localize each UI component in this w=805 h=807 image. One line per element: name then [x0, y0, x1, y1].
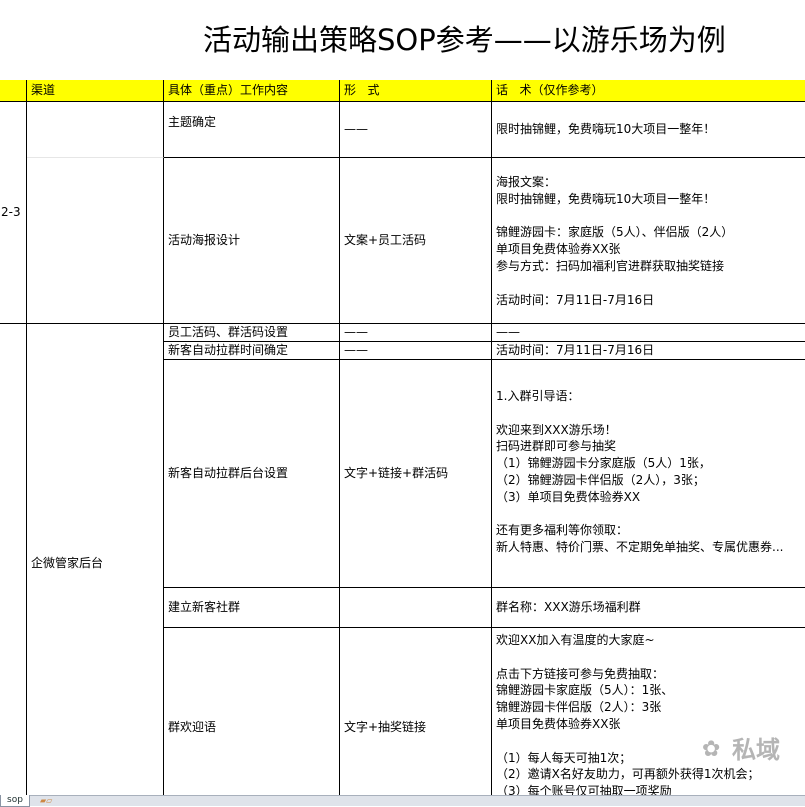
content-cell[interactable]: 活动海报设计 [164, 158, 340, 324]
wechat-icon: ✿ [702, 737, 721, 762]
sheet-tab[interactable]: sop [0, 795, 30, 807]
form-cell[interactable]: —— [340, 342, 492, 360]
sheet-tab-bar: sop ▰▱ [0, 795, 805, 807]
group-label-cell[interactable] [0, 324, 27, 795]
watermark-text: 私域 [732, 736, 780, 764]
header-cell-blank[interactable] [0, 80, 27, 102]
watermark: ✿ 私域 [700, 730, 805, 770]
form-cell[interactable]: 文字+抽奖链接 [340, 628, 492, 795]
script-cell[interactable]: 限时抽锦鲤，免费嗨玩10大项目一整年！ [492, 102, 805, 158]
script-cell[interactable]: 1.入群引导语： 欢迎来到XXX游乐场！ 扫码进群即可参与抽奖 （1）锦鲤游园卡… [492, 360, 805, 588]
content-cell[interactable]: 新客自动拉群后台设置 [164, 360, 340, 588]
header-cell-content[interactable]: 具体（重点）工作内容 [164, 80, 340, 102]
header-cell-script[interactable]: 话 术（仅作参考） [492, 80, 805, 102]
script-cell[interactable]: 活动时间：7月11日-7月16日 [492, 342, 805, 360]
form-cell[interactable]: —— [340, 324, 492, 342]
spreadsheet-grid: 渠道 具体（重点）工作内容 形 式 话 术（仅作参考） 2-3 主题确定 —— … [0, 80, 805, 795]
content-cell[interactable]: 新客自动拉群时间确定 [164, 342, 340, 360]
script-cell[interactable]: —— [492, 324, 805, 342]
channel-cell[interactable]: 企微管家后台 [27, 324, 164, 795]
form-cell[interactable]: 文案+员工活码 [340, 158, 492, 324]
channel-label: 企微管家后台 [31, 556, 104, 571]
sheet-title-area: 活动输出策略SOP参考——以游乐场为例 [0, 0, 805, 80]
form-cell[interactable]: —— [340, 102, 492, 158]
insert-sheet-icon[interactable]: ▰▱ [40, 797, 58, 805]
group-label-cell[interactable]: 2-3 [0, 102, 27, 324]
content-cell[interactable]: 员工活码、群活码设置 [164, 324, 340, 342]
channel-cell[interactable] [27, 158, 164, 324]
script-cell[interactable]: 群名称：XXX游乐场福利群 [492, 588, 805, 628]
content-cell[interactable]: 建立新客社群 [164, 588, 340, 628]
header-cell-channel[interactable]: 渠道 [27, 80, 164, 102]
form-cell[interactable]: 文字+链接+群活码 [340, 360, 492, 588]
channel-cell[interactable] [27, 102, 164, 158]
group-label: 2-3 [1, 205, 21, 220]
sheet-title: 活动输出策略SOP参考——以游乐场为例 [203, 23, 726, 57]
content-cell[interactable]: 主题确定 [164, 102, 340, 158]
content-cell[interactable]: 群欢迎语 [164, 628, 340, 795]
header-cell-form[interactable]: 形 式 [340, 80, 492, 102]
form-cell[interactable] [340, 588, 492, 628]
script-cell[interactable]: 海报文案： 限时抽锦鲤，免费嗨玩10大项目一整年！ 锦鲤游园卡：家庭版（5人）、… [492, 158, 805, 324]
